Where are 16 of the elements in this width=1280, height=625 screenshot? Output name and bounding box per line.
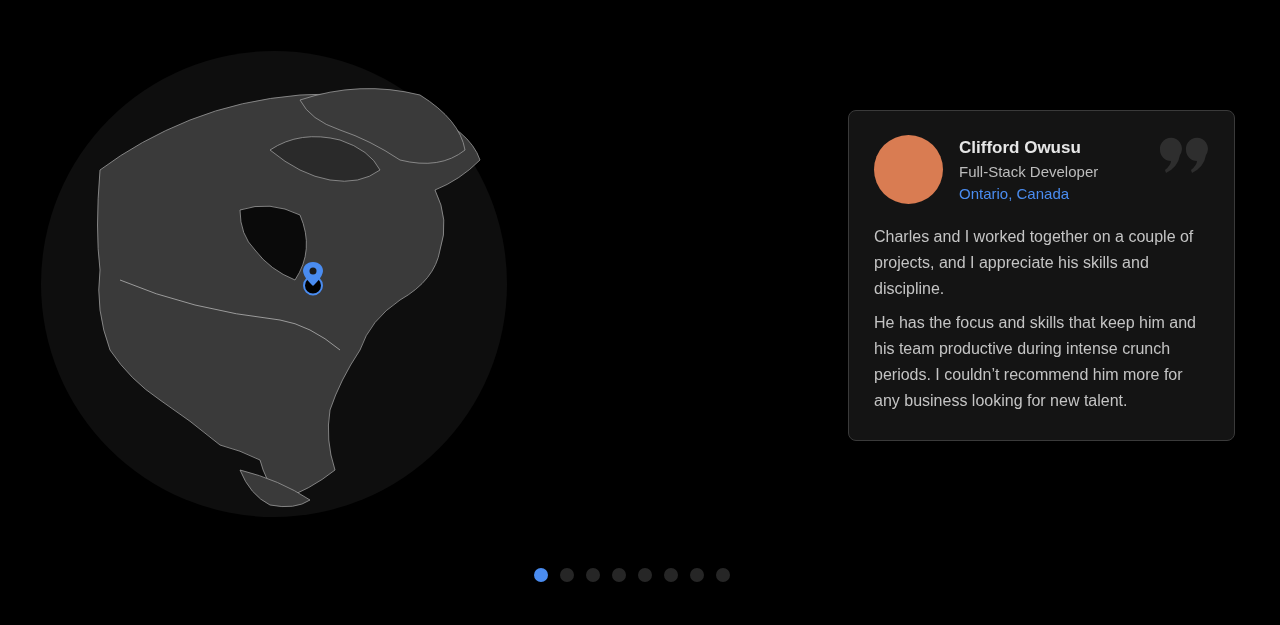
reviewer-name: Clifford Owusu (959, 137, 1082, 158)
page-dot[interactable] (560, 568, 574, 582)
globe-drawing[interactable] (40, 50, 508, 518)
page-dot[interactable] (534, 568, 548, 582)
map-pin-icon (301, 261, 325, 297)
reviewer-role: Full-Stack Developer (959, 162, 1099, 180)
testimonial-paragraph: Charles and I worked together on a couple of projects, and I appreciate his skills and discipline. (874, 227, 1195, 299)
testimonial-paragraph: He has the focus and skills that keep him and his team productive during intense crunch periods. I couldn’t recommend him more for any business looking for new talent. (874, 313, 1197, 411)
page-dot[interactable] (612, 568, 626, 582)
page-dot[interactable] (690, 568, 704, 582)
page-dot[interactable] (664, 568, 678, 582)
reviewer-location: Ontario, Canada (959, 184, 1071, 202)
quote-icon (1160, 137, 1208, 173)
page-dot[interactable] (638, 568, 652, 582)
page-dot[interactable] (586, 568, 600, 582)
page-dot[interactable] (716, 568, 730, 582)
